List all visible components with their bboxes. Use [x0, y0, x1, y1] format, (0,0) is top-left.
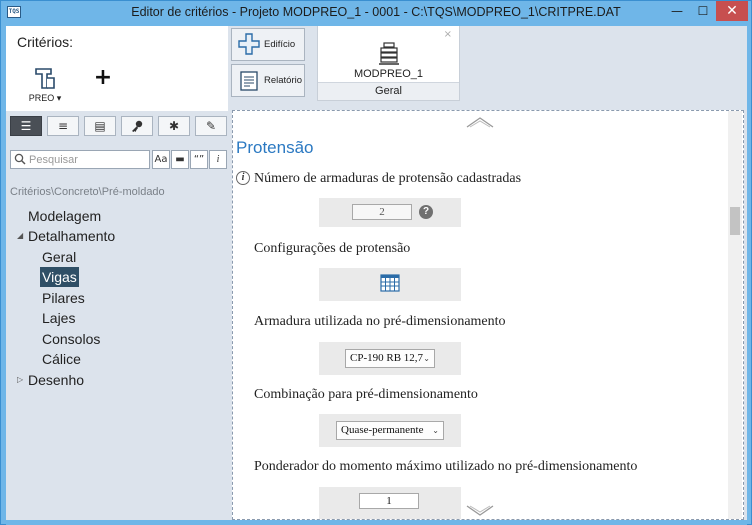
title-bar[interactable]: TQS Editor de critérios - Projeto MODPRE… — [1, 1, 751, 25]
close-document-icon[interactable]: × — [444, 29, 452, 40]
armadura-select[interactable]: CP-190 RB 12,7 ⌄ — [345, 349, 435, 368]
match-case-button[interactable]: Aa — [152, 150, 170, 169]
tree-item-modelagem[interactable]: Modelagem — [28, 206, 101, 226]
key-icon[interactable] — [121, 116, 153, 136]
field-label-configuracoes: Configurações de protensão — [254, 241, 411, 256]
chevron-down-icon: ⌄ — [432, 426, 439, 435]
quote-search-button[interactable]: “” — [190, 150, 208, 169]
whole-word-button[interactable]: ▬ — [171, 150, 189, 169]
search-box — [10, 150, 150, 169]
document-tab[interactable]: × MODPREO_1 Geral — [317, 26, 460, 101]
expanded-arrow-icon[interactable]: ◢ — [17, 226, 23, 246]
info-icon[interactable]: i — [236, 171, 250, 185]
close-button[interactable]: ✕ — [716, 1, 748, 21]
maximize-button[interactable]: ☐ — [690, 1, 716, 21]
tab-edificio-label: Edifício — [264, 39, 296, 50]
window-title: Editor de critérios - Projeto MODPREO_1 … — [131, 5, 621, 19]
tree-item-calice[interactable]: Cálice — [42, 349, 81, 369]
combinacao-select-value: Quase-permanente — [341, 424, 424, 436]
field-box-configuracoes — [319, 268, 461, 301]
tree-item-vigas[interactable]: Vigas — [40, 267, 79, 287]
center-align-icon[interactable]: ≡ — [47, 116, 79, 136]
scroll-down-chevron-icon[interactable] — [465, 505, 495, 517]
add-criteria-button[interactable]: + — [92, 67, 114, 90]
criteria-header: Critérios: PREO ▾ + — [6, 26, 228, 111]
plus-building-icon — [238, 33, 260, 55]
preo-button[interactable]: PREO ▾ — [28, 66, 62, 108]
help-icon[interactable]: ? — [419, 205, 433, 219]
scroll-up-chevron-icon[interactable] — [465, 116, 495, 128]
collapsed-arrow-icon[interactable]: ▷ — [17, 370, 23, 390]
tree-item-desenho[interactable]: Desenho — [28, 370, 84, 390]
vertical-scrollbar[interactable] — [728, 111, 742, 519]
tree-item-lajes[interactable]: Lajes — [42, 308, 75, 328]
search-icon — [14, 153, 26, 165]
preo-label: PREO ▾ — [28, 93, 62, 103]
field-box-ponderador: 1 — [319, 487, 461, 519]
search-input[interactable] — [29, 152, 147, 167]
criteria-heading: Critérios: — [17, 34, 74, 50]
chevron-down-icon: ⌄ — [423, 354, 430, 363]
info-search-button[interactable]: i — [209, 150, 227, 169]
tree-item-consolos[interactable]: Consolos — [42, 329, 100, 349]
field-label-combinacao: Combinação para pré-dimensionamento — [254, 387, 478, 402]
tab-relatorio[interactable]: Relatório — [231, 64, 305, 97]
app-window: TQS Editor de critérios - Projeto MODPRE… — [0, 0, 752, 525]
client-area: Critérios: PREO ▾ + ☰ ≡ ▤ ✱ ✎ Pesquisar … — [6, 26, 747, 520]
asterisk-icon[interactable]: ✱ — [158, 116, 190, 136]
numero-armaduras-input[interactable]: 2 — [352, 204, 412, 220]
document-name: MODPREO_1 — [353, 68, 424, 80]
scrollbar-thumb[interactable] — [730, 207, 740, 235]
field-label-ponderador: Ponderador do momento máximo utilizado n… — [254, 459, 638, 474]
tree-item-detalhamento[interactable]: Detalhamento — [28, 226, 115, 246]
report-icon — [240, 71, 258, 91]
breadcrumb: Critérios\Concreto\Pré-moldado — [10, 186, 165, 198]
field-label-armadura-utilizada: Armadura utilizada no pré-dimensionament… — [254, 314, 506, 329]
tab-edificio[interactable]: Edifício — [231, 28, 305, 61]
grouped-view-icon[interactable]: ▤ — [84, 116, 116, 136]
view-toolbar: ☰ ≡ ▤ ✱ ✎ — [10, 116, 227, 138]
section-title: Protensão — [236, 138, 314, 157]
field-box-armadura-utilizada: CP-190 RB 12,7 ⌄ — [319, 342, 461, 375]
criteria-content: Protensão i Número de armaduras de prote… — [232, 110, 744, 520]
tab-relatorio-label: Relatório — [264, 75, 303, 86]
armadura-select-value: CP-190 RB 12,7 — [350, 352, 424, 364]
tree-item-geral[interactable]: Geral — [42, 247, 76, 267]
editor-panel: Edifício Relatório × MODPREO_1 Geral Pro… — [228, 26, 747, 520]
table-grid-icon[interactable] — [380, 274, 400, 292]
field-box-numero-armaduras: 2 ? — [319, 198, 461, 227]
window-bottom-border — [6, 520, 747, 525]
tree-item-pilares[interactable]: Pilares — [42, 288, 85, 308]
criteria-panel: Critérios: PREO ▾ + ☰ ≡ ▤ ✱ ✎ Pesquisar … — [6, 26, 228, 520]
field-box-combinacao: Quase-permanente ⌄ — [319, 414, 461, 447]
ponderador-input[interactable]: 1 — [359, 493, 419, 509]
precast-structure-icon — [33, 66, 57, 90]
list-view-icon[interactable]: ☰ — [10, 116, 42, 136]
combinacao-select[interactable]: Quase-permanente ⌄ — [336, 421, 444, 440]
minimize-button[interactable]: — — [664, 1, 690, 21]
document-subtab-geral[interactable]: Geral — [318, 82, 459, 100]
field-label-numero-armaduras: Número de armaduras de protensão cadastr… — [254, 171, 522, 186]
building-icon — [379, 42, 399, 65]
pencil-icon[interactable]: ✎ — [195, 116, 227, 136]
